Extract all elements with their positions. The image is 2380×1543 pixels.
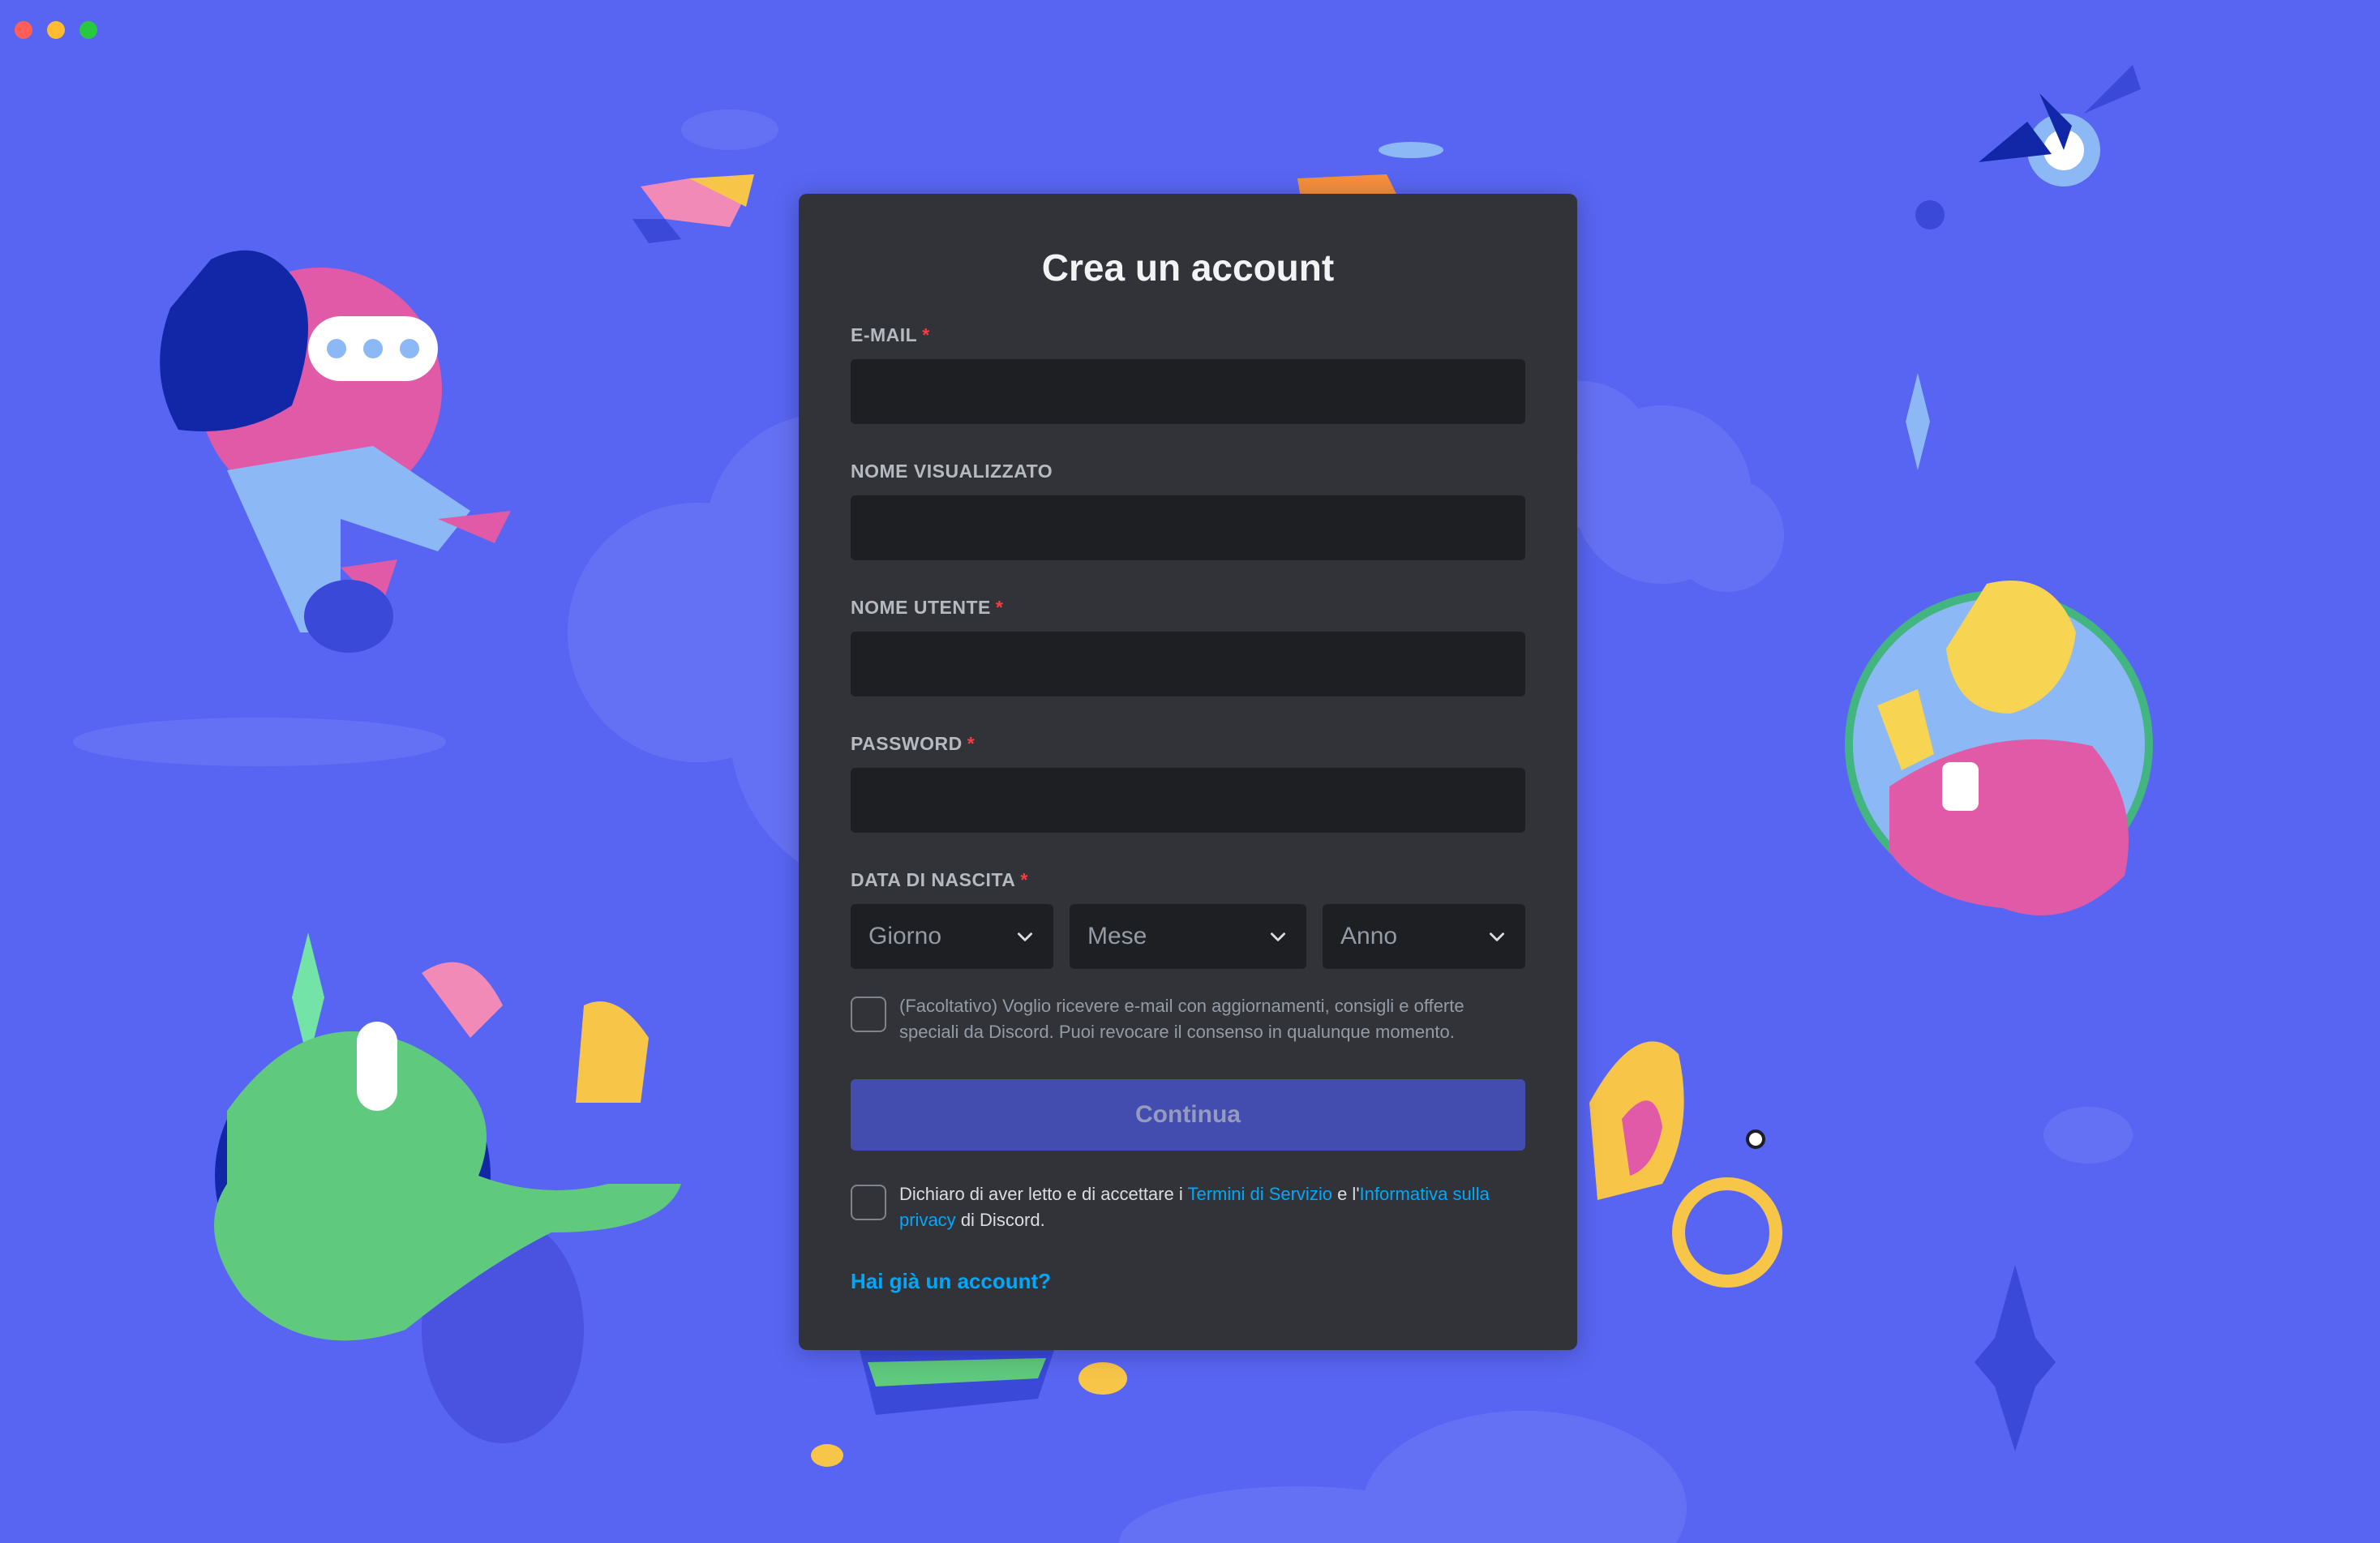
password-input[interactable] — [851, 768, 1525, 833]
display-name-group: NOME VISUALIZZATO — [851, 460, 1525, 560]
app-window: Crea un account E-MAIL * NOME VISUALIZZAT… — [0, 0, 2380, 1543]
display-name-input[interactable] — [851, 495, 1525, 560]
email-label: E-MAIL * — [851, 324, 930, 345]
month-select[interactable]: Mese — [1070, 904, 1306, 969]
terms-row: Dichiaro di aver letto e di accettare i … — [851, 1181, 1525, 1233]
password-group: PASSWORD * — [851, 732, 1525, 833]
required-mark: * — [967, 733, 976, 754]
birthdate-selects: Giorno Mese Anno — [851, 904, 1525, 969]
continue-button[interactable]: Continua — [851, 1079, 1525, 1151]
chevron-down-icon — [1271, 932, 1285, 941]
laughing-character-illustration — [1845, 581, 2153, 915]
day-select[interactable]: Giorno — [851, 904, 1053, 969]
register-card: Crea un account E-MAIL * NOME VISUALIZZAT… — [799, 194, 1577, 1350]
required-mark: * — [1020, 869, 1028, 890]
optin-text: (Facoltativo) Voglio ricevere e-mail con… — [899, 996, 1464, 1042]
required-mark: * — [995, 597, 1004, 618]
terms-text: Dichiaro di aver letto e di accettare i … — [899, 1184, 1490, 1230]
chevron-down-icon — [1018, 932, 1032, 941]
terms-checkbox[interactable] — [851, 1185, 886, 1220]
girl-with-phone-illustration — [160, 250, 511, 653]
login-row: Hai già un account? — [851, 1269, 1525, 1294]
page-title: Crea un account — [1041, 246, 1335, 289]
login-link[interactable]: Hai già un account? — [851, 1269, 1051, 1293]
sparkle-shape — [1975, 1265, 2056, 1451]
birthdate-group: DATA DI NASCITA * Giorno Mese Anno — [851, 868, 1525, 969]
chevron-down-icon — [1490, 932, 1504, 941]
birthdate-label: DATA DI NASCITA * — [851, 869, 1028, 890]
password-label: PASSWORD * — [851, 733, 976, 754]
username-label: NOME UTENTE * — [851, 597, 1004, 618]
flying-creature-illustration — [1906, 65, 2141, 470]
sandwich-illustration — [811, 1350, 1127, 1467]
year-select[interactable]: Anno — [1323, 904, 1525, 969]
email-input[interactable] — [851, 359, 1525, 424]
optin-checkbox[interactable] — [851, 997, 886, 1032]
username-input[interactable] — [851, 632, 1525, 696]
dragon-with-headphones-illustration — [214, 932, 681, 1443]
display-name-label: NOME VISUALIZZATO — [851, 461, 1053, 482]
email-group: E-MAIL * — [851, 324, 1525, 424]
username-group: NOME UTENTE * — [851, 596, 1525, 696]
continue-row: Continua — [851, 1079, 1525, 1151]
optin-row: (Facoltativo) Voglio ricevere e-mail con… — [851, 993, 1525, 1045]
trumpet-illustration — [1589, 1041, 1782, 1288]
terms-of-service-link[interactable]: Termini di Servizio — [1187, 1184, 1332, 1204]
required-mark: * — [922, 324, 930, 345]
